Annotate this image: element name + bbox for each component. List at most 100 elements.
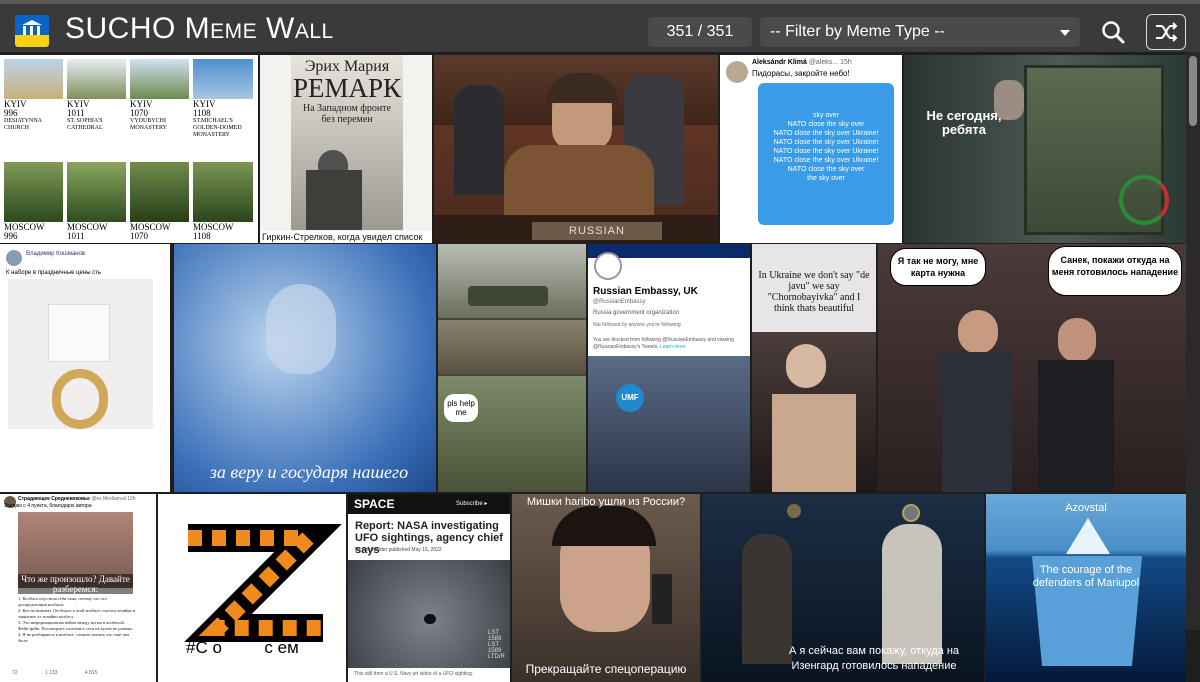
sausage-author: Страдающее Средневековье xyxy=(18,496,90,502)
meme-counter: 351 / 351 xyxy=(648,17,752,47)
church-label-year: 996 xyxy=(4,108,18,118)
sausage-point: 3. Это информационная война между котом … xyxy=(18,620,133,631)
embassy-avatar xyxy=(594,252,622,280)
meme-wall: KYIV 996 DESIATYNNA CHURCH KYIV 1011 ST.… xyxy=(0,52,1200,682)
shuffle-button[interactable] xyxy=(1146,14,1186,50)
sky-line: NATO close the sky over Ukraine! xyxy=(773,130,879,137)
top-bar: SUCHO Meme Wall 351 / 351 -- Filter by M… xyxy=(0,0,1200,52)
church-label-name: DESIATYNNA CHURCH xyxy=(4,118,42,131)
sausage-heading: Что же произошло? Давайте разберемся: xyxy=(18,574,133,594)
moscow-label-year: 1070 xyxy=(130,231,148,241)
hud-label: LTD/R xyxy=(488,654,505,660)
sky-line: NATO close the sky over Ukraine! xyxy=(773,139,879,146)
moscow-label-year: 1108 xyxy=(193,231,211,241)
tweet-handle: @aleks... xyxy=(808,59,839,66)
shuffle-icon xyxy=(1156,22,1178,42)
tweet-text: Пидорасы, закройте небо! xyxy=(752,69,850,78)
sky-line: sky over xyxy=(812,112,840,119)
meme-tile-un-delegate[interactable]: RUSSIAN FEDERATION xyxy=(434,55,718,243)
search-icon xyxy=(1102,21,1125,44)
church-label-year: 1108 xyxy=(193,108,211,118)
meme-tile-azovstal-iceberg[interactable]: Azovstal The courage of the defenders of… xyxy=(986,494,1186,682)
map-left-speech: Я так не могу, мне карта нужна xyxy=(890,248,986,286)
embassy-learn-more[interactable]: Learn more xyxy=(660,344,686,350)
meme-type-filter[interactable]: -- Filter by Meme Type -- xyxy=(760,17,1080,47)
meme-tile-sugar-ring[interactable]: Владимир Кошманов К наборе в праздничные… xyxy=(0,244,170,492)
embassy-blocked: You are blocked from following @RussianE… xyxy=(593,337,743,351)
church-label-name: ST.MICHAEL'S GOLDEN-DOMED MONASTERY xyxy=(193,118,242,138)
retweet-count: 1 133 xyxy=(44,670,58,676)
sausage-time: 12h xyxy=(127,496,136,502)
reply-count: 72 xyxy=(12,670,18,676)
tank-speech: pls help me xyxy=(444,394,478,422)
ufo-object xyxy=(424,614,436,624)
avatar xyxy=(726,61,748,83)
map-right-speech: Санек, покажи откуда на меня готовилось … xyxy=(1048,246,1182,296)
embassy-handle: @RussianEmbassy xyxy=(593,299,646,305)
un-placard: RUSSIAN FEDERATION xyxy=(532,222,662,240)
meme-tile-map-request[interactable]: Я так не могу, мне карта нужна Санек, по… xyxy=(878,244,1186,492)
space-subscribe[interactable]: Subscribe ▸ xyxy=(456,500,487,507)
moscow-label-year: 996 xyxy=(4,231,18,241)
meme-tile-tank-collage[interactable]: pls help me xyxy=(438,244,586,492)
meme-tile-russian-embassy[interactable]: Russian Embassy, UK @RussianEmbassy Russ… xyxy=(588,244,750,492)
church-label-year: 1011 xyxy=(67,108,85,118)
sausage-point: 1. Колбаса опустила себя сама, потому чт… xyxy=(18,596,107,607)
meme-tile-not-today[interactable]: Не сегодня, ребята xyxy=(904,55,1186,243)
meme-tile-putin-clouds[interactable]: за веру и государя нашего xyxy=(174,244,436,492)
embassy-name: Russian Embassy, UK xyxy=(593,286,698,297)
sky-line: NATO close the sky over xyxy=(787,166,865,173)
filter-selected-value: -- Filter by Meme Type -- xyxy=(770,23,945,40)
sausage-point: 2. Кот не виноват. Он бежал к этой колба… xyxy=(18,608,136,619)
scrollbar[interactable] xyxy=(1186,52,1200,630)
not-today-text: Не сегодня, ребята xyxy=(926,108,1002,137)
sky-line: NATO close the sky over Ukraine! xyxy=(773,148,879,155)
meme-tile-chornobayivka[interactable]: In Ukraine we don't say "de javu" we say… xyxy=(752,244,876,492)
sky-line: NATO close the sky over Ukraine! xyxy=(773,157,879,164)
book-surname: РЕМАРК xyxy=(292,73,402,103)
search-button[interactable] xyxy=(1098,17,1130,49)
sky-line: the sky over xyxy=(807,175,845,182)
meme-tile-remark-book[interactable]: Эрих Мария РЕМАРК На Западном фронте без… xyxy=(260,55,432,243)
meme-tile-sausage-tweet[interactable]: Страдающее Средневековье @ex.Mediaeval 1… xyxy=(0,494,156,682)
remark-caption: Гиркин-Стрелков, когда увидел список xyxy=(260,231,432,243)
tweet-image: sky over NATO close the sky over NATO cl… xyxy=(758,83,894,225)
z-caption: #С о с ем xyxy=(186,638,299,657)
meme-tile-wizards[interactable]: А я сейчас вам покажу, откуда на Изенгар… xyxy=(702,494,984,682)
iceberg-title: Azovstal xyxy=(1065,502,1107,514)
avatar xyxy=(6,250,22,266)
moscow-label-year: 1011 xyxy=(67,231,85,241)
book-subtitle: На Западном фронте без перемен xyxy=(303,103,391,125)
sausage-intro: Заедаю с 4 пункта, благодарю автора xyxy=(4,503,92,509)
space-photo-caption: This still from a U.S. Navy jet video of… xyxy=(354,671,474,677)
tweet-user: Aleksándr Klimá xyxy=(752,59,807,66)
meme-tile-churches[interactable]: KYIV 996 DESIATYNNA CHURCH KYIV 1011 ST.… xyxy=(0,55,258,243)
z-ribbon-icon xyxy=(184,524,342,642)
sucho-logo-icon[interactable] xyxy=(15,15,49,47)
meme-tile-z-letter[interactable]: #С о с ем xyxy=(158,494,346,682)
wizards-caption: А я сейчас вам покажу, откуда на Изенгар… xyxy=(788,645,960,672)
meme-tile-tweet-close-sky[interactable]: Aleksándr Klimá @aleks... 15h Пидорасы, … xyxy=(720,55,902,243)
meme-tile-space-article[interactable]: SPACE Subscribe ▸ Report: NASA investiga… xyxy=(348,494,510,682)
embassy-followers: Not followed by anyone you're following xyxy=(593,322,681,328)
chornobayivka-text: In Ukraine we don't say "de javu" we say… xyxy=(758,270,870,314)
sky-line: NATO close the sky over xyxy=(787,121,865,128)
ring-post-text: К наборе в праздничные цены сть xyxy=(6,270,102,276)
ring-post-author: Владимир Кошманов xyxy=(26,251,86,257)
haribo-bottom: Прекращайте спецоперацию xyxy=(525,662,687,676)
tweet-time: 15h xyxy=(840,59,852,66)
embassy-label: Russia government organization xyxy=(593,310,680,316)
space-byline: By Fox Mulder published May 16, 2022 xyxy=(355,547,442,553)
putin-caption: за веру и государя нашего xyxy=(209,462,409,482)
umf-sticker: UMF xyxy=(616,384,644,412)
sausage-handle: @ex.Mediaeval xyxy=(91,496,126,502)
page-title: SUCHO Meme Wall xyxy=(65,12,334,45)
sausage-point: 4. Я не разбираюсь в колбасе, сложно ска… xyxy=(18,632,130,643)
like-count: 4 815 xyxy=(84,670,98,676)
haribo-top: Мишки haribo ушли из России? xyxy=(526,496,686,508)
scrollbar-thumb[interactable] xyxy=(1189,56,1197,126)
meme-tile-haribo[interactable]: Мишки haribo ушли из России? Прекращайте… xyxy=(512,494,700,682)
church-label-name: ST. SOPHIA'S CATHEDRAL xyxy=(67,118,103,131)
iceberg-text: The courage of the defenders of Mariupol xyxy=(1032,564,1140,589)
space-brand: SPACE xyxy=(354,497,395,511)
